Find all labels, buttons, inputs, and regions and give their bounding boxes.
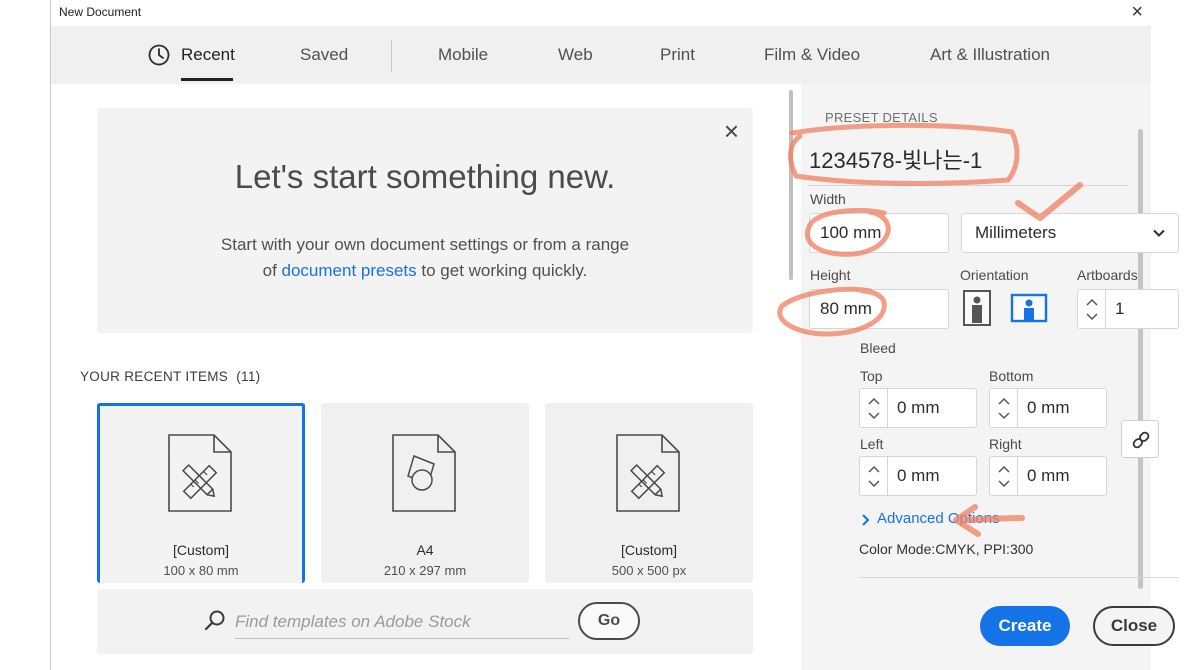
welcome-panel: × Let's start something new. Start with … [97, 108, 753, 333]
chevron-up-icon[interactable] [998, 397, 1010, 405]
chevron-up-icon[interactable] [1086, 298, 1098, 306]
close-button[interactable]: Close [1093, 606, 1175, 646]
bleed-top-label: Top [860, 368, 883, 384]
chevron-down-icon[interactable] [868, 412, 880, 420]
stepper-arrows[interactable] [990, 457, 1018, 495]
stock-search-input[interactable] [235, 605, 569, 639]
preset-details-heading: PRESET DETAILS [825, 110, 938, 125]
tab-print[interactable]: Print [660, 45, 695, 65]
link-icon [1132, 431, 1150, 449]
stepper-arrows[interactable] [860, 457, 888, 495]
chevron-up-icon[interactable] [868, 397, 880, 405]
chevron-down-icon[interactable] [1086, 313, 1098, 321]
recent-items-title: YOUR RECENT ITEMS [80, 369, 229, 384]
panel-divider [859, 577, 1179, 578]
recent-item-card[interactable]: [Custom] 100 x 80 mm [97, 403, 305, 583]
tab-recent[interactable]: Recent [181, 45, 235, 65]
chevron-up-icon[interactable] [868, 465, 880, 473]
recent-item-card[interactable]: A4 210 x 297 mm [321, 403, 529, 583]
height-label: Height [810, 267, 851, 283]
recent-item-size: 100 x 80 mm [163, 563, 239, 578]
stepper-arrows[interactable] [990, 389, 1018, 427]
details-scrollbar[interactable] [1138, 129, 1143, 589]
welcome-heading: Let's start something new. [234, 158, 616, 195]
bleed-left-label: Left [860, 436, 884, 452]
recent-items-heading: YOUR RECENT ITEMS (11) [80, 369, 260, 384]
new-document-dialog: New Document × Recent Saved Mobile Web P… [50, 0, 1179, 670]
bleed-bottom-value: 0 mm [1027, 398, 1070, 417]
preset-details-panel: PRESET DETAILS 1234578-빛나는-1 Width 100 m… [801, 84, 1179, 670]
recent-item-name: A4 [416, 542, 434, 558]
bleed-left-stepper[interactable]: 0 mm [859, 456, 977, 496]
units-value: Millimeters [975, 223, 1057, 242]
document-presets-link[interactable]: document presets [282, 261, 417, 280]
tab-web[interactable]: Web [558, 45, 593, 65]
category-tabs: Recent Saved Mobile Web Print Film & Vid… [51, 26, 1151, 84]
bleed-left-value: 0 mm [897, 466, 940, 485]
recent-item-size: 210 x 297 mm [383, 563, 467, 578]
recent-item-name: [Custom] [172, 542, 229, 558]
main-scrollbar[interactable] [789, 90, 793, 280]
bleed-right-stepper[interactable]: 0 mm [989, 456, 1107, 496]
preset-name-field[interactable]: 1234578-빛나는-1 [809, 143, 1129, 186]
bleed-right-value: 0 mm [1027, 466, 1070, 485]
recent-item-size: 500 x 500 px [611, 563, 687, 578]
title-bar: New Document × [51, 0, 1151, 26]
artboards-stepper[interactable]: 1 [1077, 289, 1179, 329]
window-close-icon[interactable]: × [1131, 1, 1143, 23]
bleed-top-value: 0 mm [897, 398, 940, 417]
orientation-label: Orientation [960, 267, 1029, 283]
tab-art-illustration[interactable]: Art & Illustration [930, 45, 1050, 65]
bleed-top-stepper[interactable]: 0 mm [859, 388, 977, 428]
bleed-bottom-stepper[interactable]: 0 mm [989, 388, 1107, 428]
link-bleed-button[interactable] [1121, 420, 1159, 458]
width-input[interactable]: 100 mm [809, 213, 949, 253]
create-button[interactable]: Create [980, 606, 1070, 646]
pencil-ruler-icon [168, 434, 232, 512]
portrait-orientation-icon[interactable] [960, 289, 998, 327]
main-content: × Let's start something new. Start with … [51, 84, 801, 670]
chevron-down-icon [1153, 229, 1165, 237]
bleed-label: Bleed [860, 340, 896, 356]
bleed-right-label: Right [989, 436, 1022, 452]
width-label: Width [810, 191, 846, 207]
shapes-icon [392, 434, 456, 512]
welcome-text: Start with your own document settings or… [217, 232, 633, 284]
recent-items-count: (11) [236, 369, 261, 384]
bleed-bottom-label: Bottom [989, 368, 1034, 384]
search-icon [204, 610, 225, 631]
tab-mobile[interactable]: Mobile [438, 45, 488, 65]
chevron-down-icon[interactable] [868, 480, 880, 488]
height-input[interactable]: 80 mm [809, 289, 949, 329]
tab-divider [391, 40, 392, 72]
chevron-down-icon[interactable] [998, 412, 1010, 420]
pencil-ruler-icon [616, 434, 680, 512]
welcome-close-icon[interactable]: × [724, 116, 739, 147]
chevron-right-icon[interactable] [861, 514, 871, 526]
advanced-options-link[interactable]: Advanced Options [877, 510, 1000, 527]
recent-item-card[interactable]: [Custom] 500 x 500 px [545, 403, 753, 583]
artboards-value: 1 [1115, 299, 1125, 318]
color-mode-info: Color Mode:CMYK, PPI:300 [859, 541, 1034, 557]
welcome-text-end: to get working quickly. [416, 261, 588, 280]
stepper-arrows[interactable] [860, 389, 888, 427]
artboards-label: Artboards [1077, 267, 1138, 283]
stepper-arrows[interactable] [1078, 290, 1106, 328]
go-button[interactable]: Go [578, 602, 640, 640]
tab-film-video[interactable]: Film & Video [764, 45, 860, 65]
recent-item-name: [Custom] [620, 542, 677, 558]
chevron-down-icon[interactable] [998, 480, 1010, 488]
landscape-orientation-icon[interactable] [1010, 289, 1048, 327]
active-tab-indicator [181, 78, 233, 81]
window-title: New Document [59, 5, 142, 19]
chevron-up-icon[interactable] [998, 465, 1010, 473]
tab-saved[interactable]: Saved [300, 45, 348, 65]
units-dropdown[interactable]: Millimeters [961, 213, 1179, 253]
stock-search-bar: Go [97, 589, 753, 654]
clock-icon [148, 44, 170, 66]
